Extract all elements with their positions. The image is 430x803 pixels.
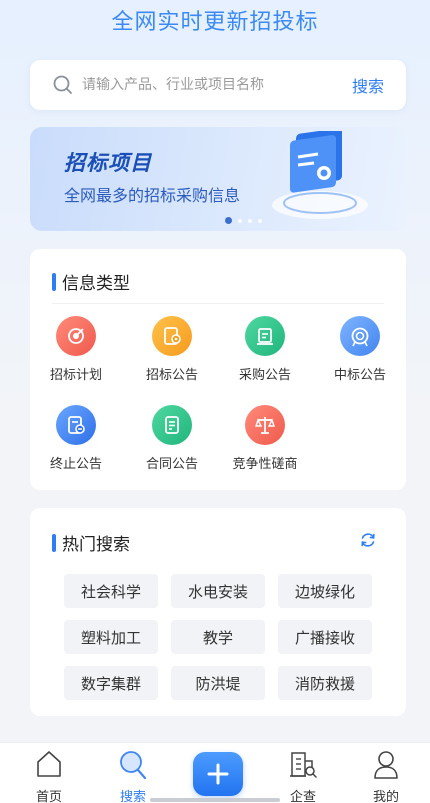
- type-item-tender-notice[interactable]: 招标公告: [132, 316, 212, 383]
- info-types-card: 信息类型 招标计划 招标公告 采购公告 中标公告 终止公告 合同公告 竞争性磋商: [30, 249, 406, 490]
- carousel-indicator: [225, 217, 262, 224]
- tab-label: 首页: [35, 790, 62, 803]
- stop-doc-icon: [56, 405, 96, 445]
- search-bar: 搜索: [30, 60, 406, 110]
- hot-tag[interactable]: 社会科学: [64, 574, 158, 608]
- type-item-label: 采购公告: [238, 368, 291, 383]
- type-item-label: 合同公告: [145, 457, 198, 472]
- contract-icon: [152, 405, 192, 445]
- document-illustration-icon: [272, 131, 368, 219]
- hot-tag[interactable]: 边坡绿化: [278, 574, 372, 608]
- tab-home[interactable]: 首页: [14, 743, 84, 803]
- search-icon: [53, 75, 72, 94]
- tab-mine[interactable]: 我的: [351, 743, 421, 803]
- carousel-dot[interactable]: [225, 217, 232, 224]
- hot-search-title: 热门搜索: [52, 530, 130, 555]
- info-types-title: 信息类型: [52, 269, 130, 294]
- search-icon: [120, 751, 147, 780]
- publish-plus-button[interactable]: [193, 752, 243, 796]
- hot-tag[interactable]: 塑料加工: [64, 620, 158, 654]
- tab-search[interactable]: 搜索: [98, 743, 168, 803]
- hot-tag[interactable]: 数字集群: [64, 666, 158, 700]
- type-item-label: 竞争性磋商: [232, 457, 298, 472]
- type-item-termination-notice[interactable]: 终止公告: [36, 405, 116, 472]
- hot-tag[interactable]: 消防救援: [278, 666, 372, 700]
- carousel-dot[interactable]: [238, 218, 242, 223]
- refresh-icon[interactable]: [358, 530, 378, 550]
- tab-label: 我的: [372, 790, 399, 803]
- hot-tag[interactable]: 防洪堤: [171, 666, 265, 700]
- hot-tag[interactable]: 水电安装: [171, 574, 265, 608]
- company-search-icon: [290, 752, 317, 778]
- type-item-purchase-notice[interactable]: 采购公告: [225, 316, 305, 383]
- banner-subtitle: 全网最多的招标采购信息: [64, 186, 241, 205]
- info-types-title-text: 信息类型: [62, 274, 130, 294]
- tab-company-check[interactable]: 企查: [268, 743, 338, 803]
- type-item-competitive-negotiation[interactable]: 竞争性磋商: [225, 405, 305, 472]
- award-icon: [340, 316, 380, 356]
- type-item-award-notice[interactable]: 中标公告: [320, 316, 400, 383]
- page-headline: 全网实时更新招投标: [111, 10, 319, 35]
- title-accent-bar: [52, 533, 56, 552]
- type-item-tender-plan[interactable]: 招标计划: [36, 316, 116, 383]
- scales-icon: [245, 405, 285, 445]
- hot-search-card: 热门搜索 社会科学 水电安装 边坡绿化 塑料加工 教学 广播接收 数字集群 防洪…: [30, 508, 406, 716]
- plus-icon: [207, 763, 229, 785]
- type-item-label: 招标公告: [145, 368, 198, 383]
- home-icon: [37, 751, 61, 777]
- type-item-label: 中标公告: [333, 368, 386, 383]
- target-doc-icon: [56, 316, 96, 356]
- home-indicator: [150, 798, 280, 802]
- user-icon: [374, 751, 398, 779]
- carousel-dot[interactable]: [248, 218, 252, 223]
- search-button[interactable]: 搜索: [352, 73, 384, 97]
- purchase-doc-icon: [245, 316, 285, 356]
- type-item-label: 招标计划: [49, 368, 102, 383]
- banner-title: 招标项目: [64, 151, 152, 175]
- type-item-contract-notice[interactable]: 合同公告: [132, 405, 212, 472]
- type-item-label: 终止公告: [49, 457, 102, 472]
- hot-tag[interactable]: 广播接收: [278, 620, 372, 654]
- promo-banner[interactable]: 招标项目 全网最多的招标采购信息: [30, 127, 406, 231]
- target-doc-icon: [152, 316, 192, 356]
- divider: [52, 303, 384, 304]
- hot-tag[interactable]: 教学: [171, 620, 265, 654]
- title-accent-bar: [52, 272, 56, 291]
- hot-search-title-text: 热门搜索: [62, 535, 130, 555]
- search-input[interactable]: [82, 77, 352, 93]
- carousel-dot[interactable]: [258, 218, 262, 223]
